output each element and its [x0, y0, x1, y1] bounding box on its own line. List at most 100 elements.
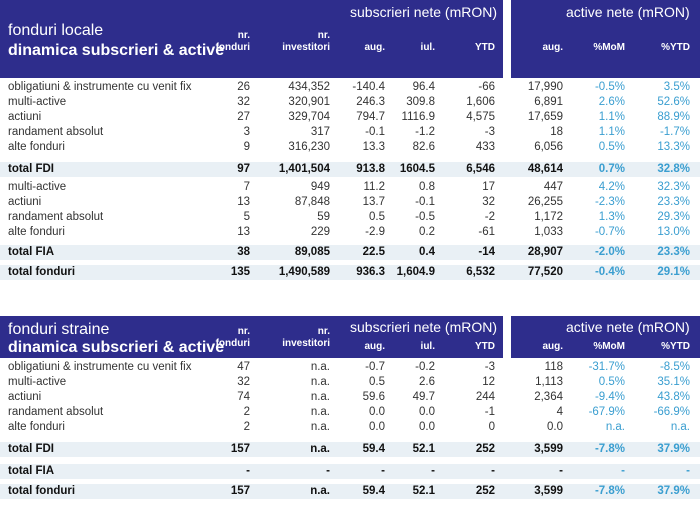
cell-nf: 2 — [243, 406, 250, 418]
cell-pytd: 35.1% — [657, 376, 690, 388]
cell-nf: 3 — [243, 126, 250, 138]
cell-iul: -0.2 — [415, 361, 435, 373]
cell-nf: 74 — [237, 391, 250, 403]
cell-mom: -9.4% — [594, 391, 625, 403]
total-row: total FIA 38 89,085 22.5 0.4 -14 28,907 -2.0% 23… — [0, 245, 700, 260]
col-nr-investitori: nr. investitori — [282, 30, 330, 53]
table-row: randament absolut 3 317 -0.1 -1.2 -3 18 1.1% -1.… — [0, 125, 700, 140]
table-row: actiuni 27 329,704 794.7 1116.9 4,575 17,659 1.… — [0, 110, 700, 125]
table-row: randament absolut 5 59 0.5 -0.5 -2 1,172 1.3% 29… — [0, 210, 700, 225]
cell-ytd: -14 — [478, 246, 495, 258]
cell-mom: 1.1% — [598, 126, 625, 138]
cell-iul: 1116.9 — [401, 111, 435, 123]
row-label: total fonduri — [8, 266, 76, 278]
cell-ni: 1,490,589 — [278, 266, 330, 278]
cell-act: 6,056 — [534, 141, 563, 153]
table-subtitle: dinamica subscrieri & active — [8, 42, 225, 59]
cell-nf: 135 — [230, 266, 250, 278]
local-header: fonduri locale dinamica subscrieri & act… — [0, 0, 700, 78]
cell-ni: 316,230 — [288, 141, 330, 153]
cell-nf: 13 — [237, 196, 250, 208]
cell-act: 2,364 — [534, 391, 563, 403]
cell-ni: n.a. — [310, 443, 330, 455]
cell-aug: 59.4 — [362, 443, 385, 455]
cell-ytd: 6,546 — [466, 163, 495, 175]
col-ytd: YTD — [475, 341, 495, 352]
cell-iul: 0.4 — [419, 246, 435, 258]
cell-ni: n.a. — [310, 391, 330, 403]
cell-ytd: 244 — [475, 391, 495, 403]
col-nr-fonduri: nr. fonduri — [215, 326, 250, 349]
cell-ytd: 4,575 — [466, 111, 495, 123]
cell-act: 17,990 — [527, 81, 563, 93]
cell-mom: -67.9% — [588, 406, 625, 418]
cell-mom: -0.7% — [594, 226, 625, 238]
table-row: multi-active 32 n.a. 0.5 2.6 12 1,113 0.5% 35.1% — [0, 375, 700, 390]
cell-act: 48,614 — [527, 163, 563, 175]
row-label: total FIA — [8, 246, 54, 258]
cell-pytd: -8.5% — [659, 361, 690, 373]
row-label: multi-active — [8, 96, 67, 108]
cell-iul: 309.8 — [406, 96, 435, 108]
cell-pytd: 29.3% — [657, 211, 690, 223]
cell-nf: - — [246, 465, 250, 477]
group-active: active nete (mRON) — [566, 319, 690, 335]
col-iul: iul. — [420, 341, 435, 352]
cell-pytd: 13.0% — [657, 226, 690, 238]
cell-nf: 32 — [237, 376, 250, 388]
cell-nf: 9 — [243, 141, 250, 153]
cell-act: 77,520 — [527, 266, 563, 278]
col-active-aug: aug. — [542, 42, 563, 53]
cell-aug: 13.7 — [362, 196, 385, 208]
cell-aug: 59.4 — [362, 485, 385, 497]
row-label: actiuni — [8, 111, 42, 123]
cell-ytd: - — [491, 465, 495, 477]
cell-aug: 59.6 — [362, 391, 385, 403]
cell-ytd: 6,532 — [466, 266, 495, 278]
row-label: alte fonduri — [8, 421, 65, 433]
row-label: total fonduri — [8, 485, 76, 497]
cell-iul: 52.1 — [412, 485, 435, 497]
cell-aug: 936.3 — [356, 266, 385, 278]
local-funds-table: fonduri locale dinamica subscrieri & act… — [0, 0, 700, 285]
col-mom: %MoM — [593, 341, 625, 352]
cell-ytd: 17 — [482, 181, 495, 193]
cell-nf: 5 — [243, 211, 250, 223]
cell-pytd: 13.3% — [657, 141, 690, 153]
cell-ytd: -1 — [484, 406, 495, 418]
cell-aug: -0.1 — [365, 126, 385, 138]
cell-ni: n.a. — [310, 421, 330, 433]
cell-iul: -1.2 — [415, 126, 435, 138]
cell-ni: 89,085 — [294, 246, 330, 258]
cell-act: 26,255 — [527, 196, 563, 208]
cell-mom: n.a. — [605, 421, 625, 433]
table-row: obligatiuni & instrumente cu venit fix 26… — [0, 80, 700, 95]
cell-act: 0.0 — [547, 421, 563, 433]
total-row: total fonduri 157 n.a. 59.4 52.1 252 3,599 -7.8… — [0, 484, 700, 499]
row-label: multi-active — [8, 181, 67, 193]
total-row: total FIA - - - - - - - - — [0, 464, 700, 479]
row-label: total FDI — [8, 163, 54, 175]
cell-iul: 2.6 — [419, 376, 435, 388]
cell-nf: 27 — [237, 111, 250, 123]
col-ytd: YTD — [475, 42, 495, 53]
cell-ni: n.a. — [310, 485, 330, 497]
cell-aug: 0.5 — [369, 376, 385, 388]
table-row: actiuni 74 n.a. 59.6 49.7 244 2,364 -9.4% 43.8% — [0, 390, 700, 405]
cell-act: 6,891 — [534, 96, 563, 108]
cell-aug: 0.0 — [369, 406, 385, 418]
table-row: randament absolut 2 n.a. 0.0 0.0 -1 4 -67.9% -66… — [0, 405, 700, 420]
cell-ytd: 12 — [482, 376, 495, 388]
cell-act: 17,659 — [527, 111, 563, 123]
cell-mom: -0.4% — [594, 266, 625, 278]
col-nr-investitori: nr. investitori — [282, 326, 330, 349]
cell-iul: 52.1 — [412, 443, 435, 455]
cell-nf: 32 — [237, 96, 250, 108]
cell-mom: 2.6% — [598, 96, 625, 108]
cell-act: 447 — [543, 181, 563, 193]
cell-pytd: 29.1% — [657, 266, 690, 278]
cell-aug: 246.3 — [356, 96, 385, 108]
row-label: alte fonduri — [8, 141, 65, 153]
cell-ytd: 0 — [488, 421, 495, 433]
cell-iul: -0.1 — [415, 196, 435, 208]
